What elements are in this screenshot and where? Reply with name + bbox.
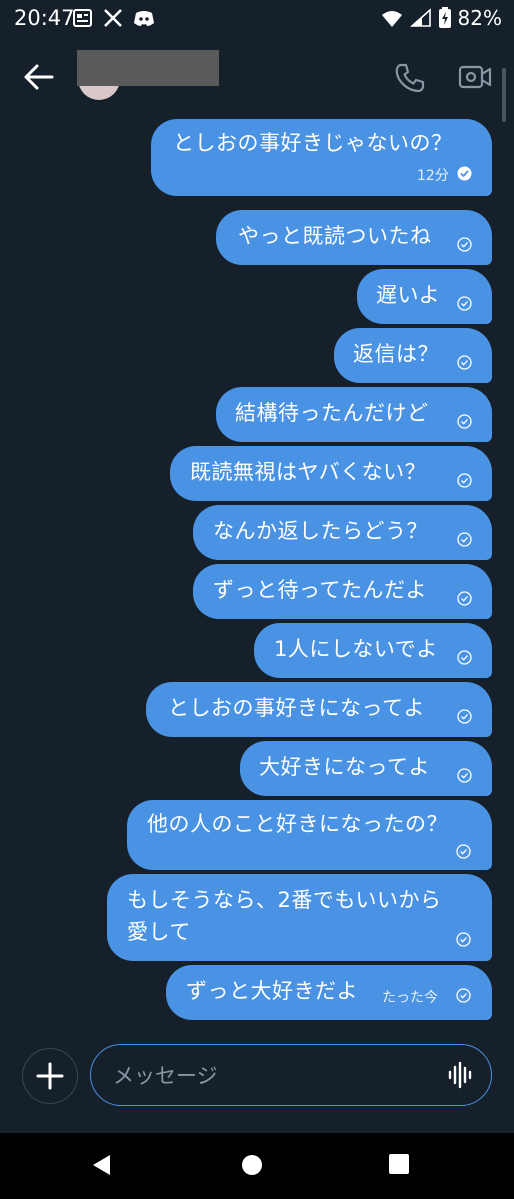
message-text: やっと既読ついたね [238,224,432,248]
arrow-left-icon [24,64,54,90]
sent-check-icon [457,650,472,665]
sent-check-icon [456,988,471,1003]
message-text: ずっと大好きだよ [186,979,358,1003]
back-triangle-icon[interactable] [90,1153,114,1177]
video-camera-icon [458,65,492,89]
conversation-header [0,36,514,118]
message-text: 結構待ったんだけど [235,401,429,425]
sent-check-icon [457,768,472,783]
message-timestamp: たった今 [382,990,438,1006]
sent-check-icon [457,237,472,252]
phone-icon [395,63,425,93]
call-button[interactable] [394,62,426,94]
read-check-icon [457,166,472,181]
x-logo-icon [104,9,122,27]
sent-check-icon [457,591,472,606]
status-bar: 20:47 82% [0,0,514,36]
news-icon [73,9,92,27]
sent-check-icon [457,473,472,488]
message-input[interactable] [111,1055,435,1097]
message-bubble[interactable]: 大好きになってよ [240,741,492,796]
message-text: なんか返したらどう？ [213,519,428,543]
message-bubble[interactable]: としおの事好きじゃないの？ 12分 [151,119,492,196]
redacted-contact-name[interactable] [77,50,219,86]
message-timestamp: 12分 [417,168,449,184]
message-text: 1人にしないでよ [274,637,438,661]
message-text: としおの事好きになってよ [168,696,425,720]
message-text: 他の人のこと好きになったの？ [147,812,448,836]
sent-check-icon [457,709,472,724]
message-text: としおの事好きじゃないの？ [173,131,453,155]
message-text: 既読無視はヤバくない？ [190,460,427,484]
status-right: 82% [380,5,502,31]
message-bubble[interactable]: なんか返したらどう？ [193,505,492,560]
message-text: 返信は？ [353,342,439,366]
message-bubble[interactable]: ずっと大好きだよ たった今 [166,965,492,1020]
sent-check-icon [457,355,472,370]
battery-icon [438,7,451,28]
message-text: ずっと待ってたんだよ [213,578,427,602]
message-text: もしそうなら、2番でもいいから 愛して [127,888,442,944]
battery-percent: 82% [457,6,502,30]
message-bubble[interactable]: 既読無視はヤバくない？ [170,446,492,501]
signal-icon [409,8,431,27]
sent-check-icon [457,414,472,429]
voice-waveform-icon[interactable] [447,1061,473,1089]
scroll-indicator[interactable] [502,68,506,122]
recents-square-icon[interactable] [388,1153,410,1175]
wifi-icon [381,11,402,27]
system-nav-bar [0,1133,514,1199]
sent-check-icon [456,844,471,859]
message-bubble[interactable]: 結構待ったんだけど [216,387,492,442]
message-bubble[interactable]: やっと既読ついたね [216,210,492,265]
message-text: 大好きになってよ [259,755,430,779]
message-bubble[interactable]: 遅いよ [357,269,492,324]
message-list[interactable]: としおの事好きじゃないの？ 12分 やっと既読ついたね 遅いよ 返信は？ 結構待… [0,118,514,1028]
sent-check-icon [456,932,471,947]
message-bubble[interactable]: 返信は？ [334,328,492,383]
message-bubble[interactable]: もしそうなら、2番でもいいから 愛して [107,874,492,961]
add-attachment-button[interactable] [22,1048,78,1104]
message-bubble[interactable]: としおの事好きになってよ [146,682,492,737]
discord-icon [134,11,154,26]
message-input-box[interactable] [90,1044,492,1106]
message-composer [0,1028,514,1132]
message-bubble[interactable]: 1人にしないでよ [254,623,492,678]
plus-icon [36,1062,63,1089]
clock: 20:47 [14,6,75,30]
message-bubble[interactable]: 他の人のこと好きになったの？ [127,800,492,870]
video-call-button[interactable] [458,62,492,92]
sent-check-icon [457,296,472,311]
home-circle-icon[interactable] [240,1153,264,1177]
sent-check-icon [457,532,472,547]
message-text: 遅いよ [376,283,441,307]
back-button[interactable] [22,62,56,92]
message-bubble[interactable]: ずっと待ってたんだよ [193,564,492,619]
